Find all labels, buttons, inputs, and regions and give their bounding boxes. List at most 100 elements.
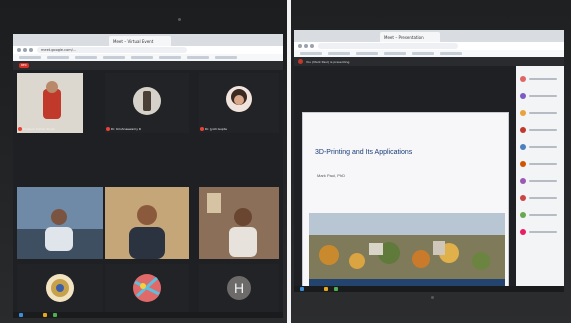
cityscape-illustration xyxy=(309,213,505,279)
participant-list-item[interactable] xyxy=(520,76,560,82)
photo-meeting-gallery: Meet – Virtual Event meet.google.com/...… xyxy=(0,0,287,323)
reload-icon[interactable] xyxy=(29,48,33,52)
presenter-label: You (Mark Paul) is presenting xyxy=(306,60,350,64)
participant-name-placeholder xyxy=(529,78,557,80)
bookmark[interactable] xyxy=(356,52,378,55)
folder-icon[interactable] xyxy=(324,287,328,291)
bookmark[interactable] xyxy=(159,56,181,59)
bookmark[interactable] xyxy=(103,56,125,59)
participant-name-placeholder xyxy=(529,129,557,131)
participant-name-placeholder xyxy=(529,146,557,148)
url-field[interactable] xyxy=(318,43,458,49)
participant-avatar xyxy=(520,76,526,82)
slide-author: Mark Paul, PhD xyxy=(317,173,346,178)
laptop-screen-gallery: Meet – Virtual Event meet.google.com/...… xyxy=(13,34,283,318)
participant-tile[interactable]: H Harsh Vardhan Singh xyxy=(199,264,279,318)
participant-avatar xyxy=(520,178,526,184)
bookmark[interactable] xyxy=(19,56,41,59)
participant-list-item[interactable] xyxy=(520,127,560,133)
participant-name-placeholder xyxy=(529,163,557,165)
meet-gallery-view: REC Prakash Kumar Singh Dr. Krishnaswamy… xyxy=(13,61,283,318)
bookmark[interactable] xyxy=(440,52,462,55)
forward-icon[interactable] xyxy=(23,48,27,52)
bookmarks-bar xyxy=(294,50,564,57)
bookmark[interactable] xyxy=(384,52,406,55)
bookmark[interactable] xyxy=(328,52,350,55)
participant-tile[interactable] xyxy=(105,187,189,259)
bookmark[interactable] xyxy=(187,56,209,59)
participant-tile[interactable]: Dr. Krishnaswamy R xyxy=(105,73,189,133)
start-icon[interactable] xyxy=(300,287,304,291)
bookmark[interactable] xyxy=(300,52,322,55)
participant-list-item[interactable] xyxy=(520,144,560,150)
os-taskbar xyxy=(294,286,564,292)
participant-avatar xyxy=(226,86,252,112)
participant-name: Dr. Jyoti Gupta xyxy=(205,127,227,131)
meet-top-bar: REC xyxy=(13,61,283,70)
presentation-slide: 3D-Printing and Its Applications Mark Pa… xyxy=(302,112,509,292)
participant-avatar xyxy=(520,229,526,235)
participant-video xyxy=(17,187,103,259)
folder-icon[interactable] xyxy=(43,313,47,317)
colorful-avatar xyxy=(133,274,161,302)
participant-name: Prakash Kumar Singh xyxy=(23,127,55,131)
participant-avatar xyxy=(520,110,526,116)
participant-avatar xyxy=(520,127,526,133)
emblem-avatar xyxy=(46,274,74,302)
recording-badge: REC xyxy=(19,63,29,68)
os-taskbar xyxy=(13,312,283,318)
chrome-icon[interactable] xyxy=(334,287,338,291)
participant-name-placeholder xyxy=(529,112,557,114)
participant-tile[interactable]: Shashikant Kumar xyxy=(17,264,103,318)
slide-cityscape-image xyxy=(309,213,505,279)
mic-muted-icon xyxy=(106,127,110,131)
meet-top-bar: You (Mark Paul) is presenting xyxy=(294,57,564,66)
participant-name-placeholder xyxy=(529,231,557,233)
participant-list-item[interactable] xyxy=(520,229,560,235)
participant-list-item[interactable] xyxy=(520,110,560,116)
participant-avatar xyxy=(520,212,526,218)
presenter-icon xyxy=(298,59,303,64)
participant-name-placeholder xyxy=(529,197,557,199)
browser-tab[interactable]: Meet – Virtual Event xyxy=(109,36,171,46)
participant-list-item[interactable] xyxy=(520,93,560,99)
back-icon[interactable] xyxy=(17,48,21,52)
participant-tile[interactable] xyxy=(17,187,103,259)
avatar-letter: H xyxy=(234,280,245,296)
participant-video xyxy=(17,73,83,133)
participant-list-item[interactable] xyxy=(520,178,560,184)
bookmark[interactable] xyxy=(47,56,69,59)
participant-list-item[interactable] xyxy=(520,161,560,167)
participant-avatar xyxy=(520,195,526,201)
url-field[interactable]: meet.google.com/... xyxy=(37,47,187,53)
address-bar: meet.google.com/... xyxy=(13,46,283,54)
start-icon[interactable] xyxy=(19,313,23,317)
participant-name-placeholder xyxy=(529,180,557,182)
bookmark[interactable] xyxy=(215,56,237,59)
reload-icon[interactable] xyxy=(310,44,314,48)
participant-list-item[interactable] xyxy=(520,195,560,201)
participant-tile[interactable] xyxy=(199,187,279,259)
participants-panel xyxy=(516,66,564,286)
laptop-screen-presentation: Meet – Presentation You (Mark Paul) is p… xyxy=(294,30,564,292)
participant-tile[interactable]: Dr. Jyoti Gupta xyxy=(199,73,279,133)
mic-muted-icon xyxy=(18,127,22,131)
participant-name-placeholder xyxy=(529,214,557,216)
bookmark[interactable] xyxy=(131,56,153,59)
bookmark[interactable] xyxy=(75,56,97,59)
photo-presentation: Meet – Presentation You (Mark Paul) is p… xyxy=(291,0,571,323)
forward-icon[interactable] xyxy=(304,44,308,48)
browser-tab-strip: Meet – Presentation xyxy=(294,30,564,42)
participant-avatar xyxy=(520,144,526,150)
participant-list-item[interactable] xyxy=(520,212,560,218)
address-bar xyxy=(294,42,564,50)
back-icon[interactable] xyxy=(298,44,302,48)
participant-tile[interactable]: Prakash Kumar Singh xyxy=(17,73,83,133)
meet-presentation-view: You (Mark Paul) is presenting 3D-Printin… xyxy=(294,57,564,292)
bookmark[interactable] xyxy=(412,52,434,55)
browser-tab[interactable]: Meet – Presentation xyxy=(380,32,440,42)
participant-avatar xyxy=(133,87,161,115)
participant-tile[interactable]: Dr. Neelam Jain xyxy=(105,264,189,318)
chrome-icon[interactable] xyxy=(53,313,57,317)
participant-video xyxy=(105,187,189,259)
